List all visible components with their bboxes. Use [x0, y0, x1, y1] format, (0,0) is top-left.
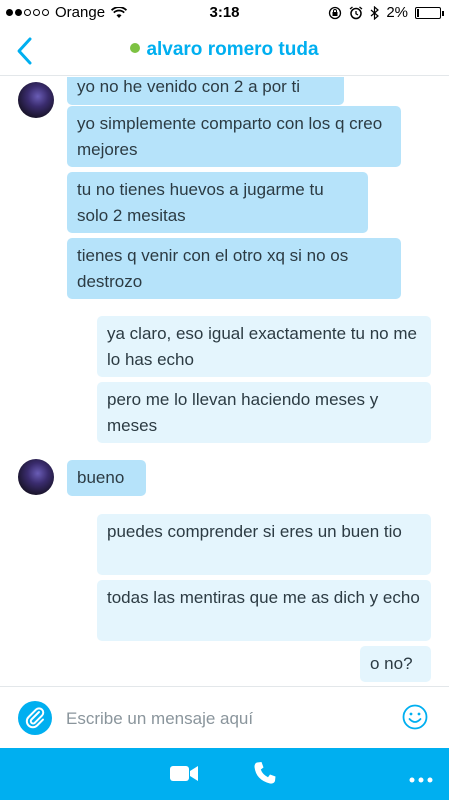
status-bar: Orange 3:18 2% — [0, 0, 449, 26]
video-call-button[interactable] — [168, 760, 200, 791]
more-icon — [409, 777, 433, 783]
message-bubble-outgoing[interactable]: todas las mentiras que me as dich y echo — [97, 580, 431, 641]
contact-title[interactable]: alvaro romero tuda — [0, 39, 449, 61]
message-bubble-incoming[interactable]: tienes q venir con el otro xq si no os d… — [67, 238, 401, 299]
bluetooth-icon — [370, 5, 380, 20]
contact-avatar[interactable] — [18, 459, 54, 495]
paperclip-icon — [25, 707, 45, 729]
message-bubble-outgoing[interactable]: o no? — [360, 646, 431, 682]
rotation-lock-icon — [329, 6, 342, 19]
call-toolbar — [0, 748, 449, 800]
battery-icon — [415, 6, 444, 19]
message-input[interactable] — [66, 705, 386, 733]
status-right: 2% — [328, 4, 444, 21]
message-composer — [0, 686, 449, 748]
message-bubble-incoming[interactable]: yo no he venido con 2 a por ti — [67, 77, 344, 105]
contact-name: alvaro romero tuda — [146, 39, 319, 60]
message-bubble-incoming[interactable]: bueno — [67, 460, 146, 496]
video-call-icon — [170, 766, 198, 781]
emoji-button[interactable] — [401, 703, 429, 731]
smiley-icon — [402, 704, 428, 730]
presence-indicator — [130, 43, 141, 53]
contact-avatar[interactable] — [18, 82, 54, 118]
message-list[interactable]: yo no he venido con 2 a por ti yo simple… — [0, 77, 449, 686]
message-bubble-incoming[interactable]: tu no tienes huevos a jugarme tu solo 2 … — [67, 172, 368, 233]
phone-icon — [254, 762, 276, 784]
more-options-button[interactable] — [409, 770, 433, 788]
attach-button[interactable] — [18, 701, 52, 735]
message-bubble-incoming[interactable]: yo simplemente comparto con los q creo m… — [67, 106, 401, 167]
audio-call-button[interactable] — [252, 760, 278, 791]
message-bubble-outgoing[interactable]: puedes comprender si eres un buen tio — [97, 514, 431, 575]
message-bubble-outgoing[interactable]: pero me lo llevan haciendo meses y meses — [97, 382, 431, 443]
alarm-icon — [349, 5, 363, 19]
chat-header: alvaro romero tuda — [0, 26, 449, 76]
message-bubble-outgoing[interactable]: ya claro, eso igual exactamente tu no me… — [97, 316, 431, 377]
battery-percent: 2% — [386, 4, 408, 21]
